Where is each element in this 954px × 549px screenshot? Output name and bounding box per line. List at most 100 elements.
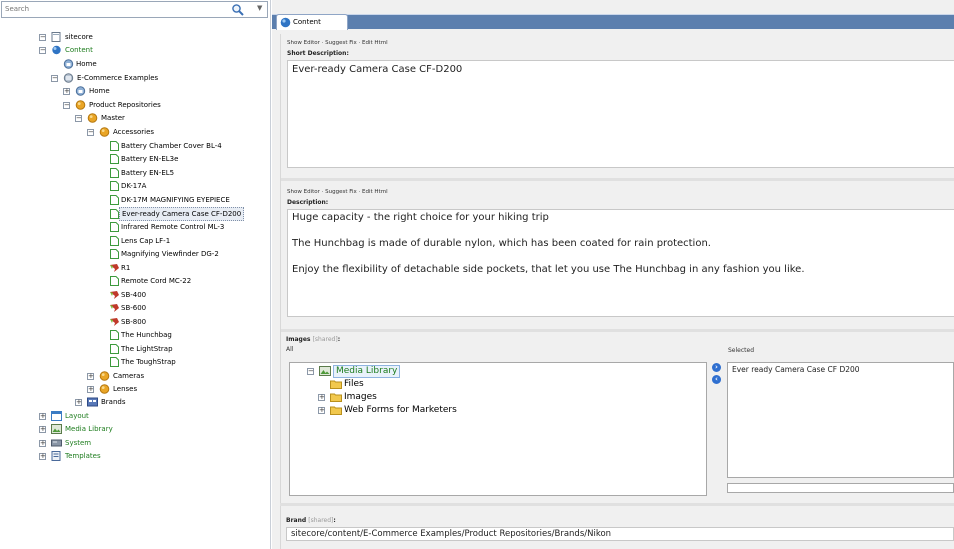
tree-item-layout[interactable]: + Layout xyxy=(39,410,219,422)
tree-item-product[interactable]: The ToughStrap xyxy=(109,356,269,368)
tree-item-product[interactable]: Magnifying Viewfinder DG-2 xyxy=(109,248,269,260)
brands-icon xyxy=(87,397,98,407)
tree-item-sitecore[interactable]: − sitecore xyxy=(39,31,239,43)
tree-item-label: Ever-ready Camera Case CF-D200 xyxy=(119,207,245,221)
system-icon xyxy=(51,439,62,447)
editor-pane: Content Show Editor · Suggest Fix · Edit… xyxy=(272,0,954,549)
images-label: Images [shared]: xyxy=(286,336,341,343)
expand-icon[interactable]: + xyxy=(39,440,46,447)
page-icon xyxy=(110,276,119,286)
tree-item-product[interactable]: SB-400 xyxy=(109,289,269,301)
collapse-icon[interactable]: − xyxy=(39,47,46,54)
tree-item-label: SB-600 xyxy=(121,304,147,312)
tree-item-label: E-Commerce Examples xyxy=(77,74,159,82)
tree-item-accessories[interactable]: − Accessories xyxy=(87,126,270,138)
media-library-icon xyxy=(319,366,331,376)
rich-text-links[interactable]: Show Editor · Suggest Fix · Edit Html xyxy=(287,40,388,46)
tree-item-cameras[interactable]: + Cameras xyxy=(87,370,267,382)
collapse-icon[interactable]: − xyxy=(75,115,82,122)
media-tree[interactable]: − Media Library Files + Images + Web For… xyxy=(289,362,707,496)
tree-item-product[interactable]: SB-600 xyxy=(109,302,269,314)
tree-item-product[interactable]: The LightStrap xyxy=(109,343,269,355)
expand-icon[interactable]: + xyxy=(39,453,46,460)
expand-icon[interactable]: + xyxy=(318,394,325,401)
add-arrow-icon[interactable]: › xyxy=(712,363,721,372)
tree-item-ec-home[interactable]: + Home xyxy=(63,85,263,97)
tree-item-product[interactable]: Lens Cap LF-1 xyxy=(109,235,269,247)
tree-item-label: Battery EN-EL5 xyxy=(121,169,175,177)
selected-path-input[interactable] xyxy=(727,483,954,493)
description-field: Show Editor · Suggest Fix · Edit Html De… xyxy=(287,184,954,324)
rich-text-links[interactable]: Show Editor · Suggest Fix · Edit Html xyxy=(287,189,388,195)
expand-icon[interactable]: + xyxy=(87,386,94,393)
expand-icon[interactable]: + xyxy=(39,413,46,420)
collapse-icon[interactable]: − xyxy=(51,75,58,82)
expand-icon[interactable]: + xyxy=(75,399,82,406)
flash-icon xyxy=(110,304,119,312)
tree-item-product[interactable]: Battery EN-EL3e xyxy=(109,153,269,165)
tree-item-product[interactable]: SB-800 xyxy=(109,316,269,328)
tree-item-content[interactable]: − Content xyxy=(39,44,239,56)
tree-item-label: SB-800 xyxy=(121,318,147,326)
field-value: sitecore/content/E-Commerce Examples/Pro… xyxy=(291,529,612,539)
tab-content[interactable]: Content xyxy=(276,14,348,30)
tree-item-home[interactable]: Home xyxy=(63,58,263,70)
tree-item-label: SB-400 xyxy=(121,291,147,299)
tree-item-product[interactable]: DK-17A xyxy=(109,180,269,192)
search-input[interactable] xyxy=(5,5,205,13)
search-box[interactable]: ▼ xyxy=(1,1,268,18)
folder-icon xyxy=(75,100,86,110)
short-description-field: Show Editor · Suggest Fix · Edit Html Sh… xyxy=(287,34,954,174)
remove-arrow-icon[interactable]: ‹ xyxy=(712,375,721,384)
tree-item-label: System xyxy=(65,439,92,447)
short-description-editor[interactable]: Ever-ready Camera Case CF-D200 xyxy=(287,60,954,168)
tree-item-product-repositories[interactable]: − Product Repositories xyxy=(63,99,263,111)
expand-icon[interactable]: + xyxy=(63,88,70,95)
tree-item-product[interactable]: Battery Chamber Cover BL-4 xyxy=(109,140,269,152)
tree-item-system[interactable]: + System xyxy=(39,437,219,449)
tree-item-label: Product Repositories xyxy=(89,101,161,109)
tab-bar xyxy=(272,14,954,29)
tree-item-media-library[interactable]: + Media Library xyxy=(39,423,219,435)
tree-item-label: The Hunchbag xyxy=(121,331,172,339)
tree-item-label: sitecore xyxy=(65,33,93,41)
collapse-icon[interactable]: − xyxy=(87,129,94,136)
folder-icon xyxy=(99,127,110,137)
tree-item-product[interactable]: R1 xyxy=(109,262,269,274)
page-icon xyxy=(110,249,119,259)
expand-icon[interactable]: + xyxy=(39,426,46,433)
collapse-icon[interactable]: − xyxy=(39,34,46,41)
page-icon xyxy=(110,344,119,354)
collapse-icon[interactable]: − xyxy=(63,102,70,109)
tree-item-label: Battery EN-EL3e xyxy=(121,155,179,163)
brand-field[interactable]: sitecore/content/E-Commerce Examples/Pro… xyxy=(286,527,954,541)
tree-item-label: Media Library xyxy=(65,425,113,433)
folder-icon xyxy=(330,380,342,389)
tree-item-label: The LightStrap xyxy=(121,345,173,353)
tree-item-label: Home xyxy=(89,87,110,95)
tree-item-templates[interactable]: + Templates xyxy=(39,450,219,462)
tree-item-product[interactable]: Battery EN-EL5 xyxy=(109,167,269,179)
description-editor[interactable]: Huge capacity - the right choice for you… xyxy=(287,209,954,317)
brand-label: Brand [shared]: xyxy=(286,517,336,524)
tree-item-ecommerce[interactable]: − E-Commerce Examples xyxy=(51,72,270,84)
page-icon xyxy=(110,168,119,178)
tree-item-product[interactable]: Infrared Remote Control ML-3 xyxy=(109,221,269,233)
tree-item-master[interactable]: − Master xyxy=(75,112,270,124)
expand-icon[interactable]: + xyxy=(87,373,94,380)
tree-item-lenses[interactable]: + Lenses xyxy=(87,383,267,395)
flash-icon xyxy=(110,318,119,326)
chevron-down-icon[interactable]: ▼ xyxy=(257,4,267,16)
selected-list[interactable]: Ever ready Camera Case CF D200 xyxy=(727,362,954,478)
collapse-icon[interactable]: − xyxy=(307,368,314,375)
tree-item-product[interactable]: Remote Cord MC-22 xyxy=(109,275,269,287)
expand-icon[interactable]: + xyxy=(318,407,325,414)
tree-item-product-selected[interactable]: Ever-ready Camera Case CF-D200 xyxy=(109,207,269,221)
search-icon[interactable] xyxy=(231,3,245,17)
tree-item-product[interactable]: DK-17M MAGNIFYING EYEPIECE xyxy=(109,194,269,206)
page-icon xyxy=(110,181,119,191)
tree-item-product[interactable]: The Hunchbag xyxy=(109,329,269,341)
tree-item-brands[interactable]: + Brands xyxy=(75,396,255,408)
divider xyxy=(281,329,954,332)
selected-item[interactable]: Ever ready Camera Case CF D200 xyxy=(732,365,860,374)
